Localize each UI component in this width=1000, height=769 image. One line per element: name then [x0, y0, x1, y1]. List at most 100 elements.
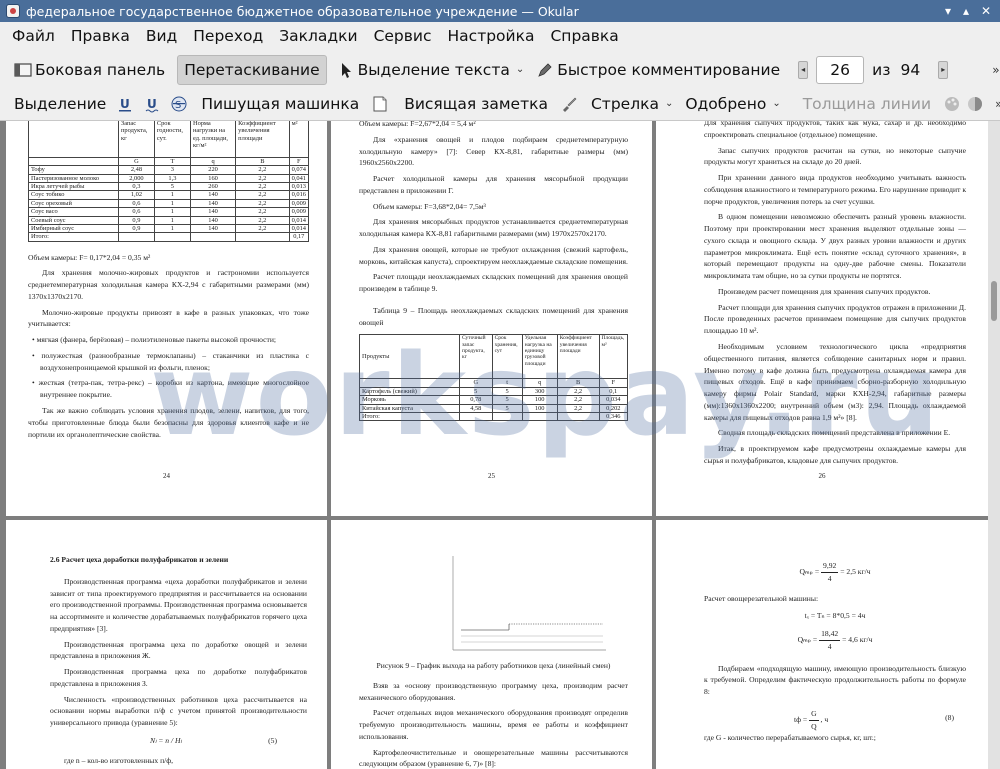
table-cell: Тофу	[28, 165, 119, 175]
table-cell: 300	[521, 386, 558, 397]
table-cell: q	[189, 156, 237, 167]
page-25: Объем камеры: F=2,67*2,04 = 5,4 м² Для «…	[331, 121, 652, 516]
close-icon[interactable]: ✕	[978, 3, 994, 19]
page-number-input[interactable]: 26	[816, 55, 865, 84]
sticky-note-tool-button[interactable]: Висящая заметка	[400, 89, 552, 119]
bullet-text: полужесткая (разнообразные термоклапаны)…	[40, 350, 309, 372]
paragraph: Итак, в проектируемом кафе предусмотрены…	[704, 444, 966, 465]
table-header-cell: Площадь, м²	[598, 334, 629, 380]
table-cell: 2,2	[235, 190, 290, 200]
page-number: 26	[818, 472, 826, 481]
table-cell: 2,2	[235, 173, 290, 184]
arrow-tool-button[interactable]: Стрелка ⌄	[587, 89, 677, 119]
table-header-cell: Срок хранения, сут	[491, 334, 523, 380]
paragraph: Расчет отдельных видов механического обо…	[359, 708, 628, 741]
squiggle-icon[interactable]: U	[143, 95, 161, 113]
table-cell: 1	[153, 207, 191, 217]
paragraph: Объем камеры: F=2,67*2,04 = 5,4 м²	[359, 121, 476, 128]
table-cell: B	[556, 378, 600, 388]
equation-number: (5)	[268, 735, 277, 745]
pen-icon	[536, 61, 554, 79]
bullet-text: мягкая (фанера, берёзовая) – полиэтилено…	[36, 335, 277, 345]
highlight-tool-button[interactable]: Выделение	[10, 89, 110, 119]
table-header-cell: Срок годности, сут.	[153, 121, 191, 158]
page-26: Для хранения сыпучих продуктов, таких ка…	[656, 121, 988, 516]
strikeout-icon[interactable]: S	[170, 95, 188, 113]
paragraph: Производственная программа цеха по дораб…	[50, 639, 307, 661]
table-cell: 0,041	[288, 173, 310, 184]
stamp-label: Одобрено	[685, 94, 767, 113]
formula-lhs: tф =	[794, 714, 808, 724]
opacity-icon[interactable]	[966, 95, 984, 113]
text-selection-button[interactable]: Выделение текста ⌄	[333, 55, 529, 85]
table-cell: 0,014	[288, 215, 310, 225]
table-cell	[459, 411, 493, 422]
table-cell: 0,9	[118, 215, 155, 225]
browse-tool-button[interactable]: Перетаскивание	[177, 54, 327, 85]
table-cell: G	[118, 156, 155, 167]
table-row: Соус тобико 1,02 1 140 2,2 0,016	[28, 190, 310, 200]
underline-icon[interactable]: U	[116, 95, 134, 113]
menu-bookmarks[interactable]: Закладки	[271, 22, 365, 51]
chevron-down-icon[interactable]: ⌄	[665, 98, 673, 109]
table-row: Соус васо 0,6 1 140 2,2 0,009	[28, 207, 310, 217]
menu-file[interactable]: Файл	[4, 22, 63, 51]
table-cell: 0,013	[288, 182, 310, 192]
okular-app-icon	[6, 4, 20, 18]
paragraph: Для хранения мясорыбных продуктов устана…	[359, 217, 628, 239]
note-icon[interactable]	[371, 95, 389, 113]
page-27: 2.6 Расчет цеха доработки полуфабрикатов…	[6, 520, 327, 769]
area-line: Объем камеры: F= 0,17*2,04 = 0,35 м²	[28, 252, 151, 262]
table-cell: 4,58	[459, 403, 493, 413]
fraction: 9,92 4	[821, 560, 839, 585]
table-cell: 2,2	[235, 198, 290, 209]
table-cell: t	[491, 378, 523, 388]
table-row: Пастеризованное молоко 2,000 1,3 160 2,2 0,04…	[28, 173, 310, 184]
table-cell: 140	[189, 207, 237, 217]
table-cell: 1,02	[118, 190, 155, 200]
table-cell: 100	[521, 395, 558, 405]
equation-row: tф = GQ , ч (8)	[704, 702, 966, 731]
bullet-item: • полужесткая (разнообразные термоклапан…	[32, 350, 309, 372]
scrollbar-thumb[interactable]	[991, 281, 997, 321]
highlight-label: Выделение	[14, 94, 107, 113]
table-cell: 2,2	[556, 395, 600, 405]
table-cell: 0,014	[288, 223, 310, 234]
bullet-item: • жесткая (тетра-пак, тетра-рекс) – коро…	[32, 378, 309, 400]
sidebar-toggle-button[interactable]: Боковая панель	[10, 55, 169, 85]
overflow-menu-icon[interactable]: »	[995, 97, 1000, 111]
stamp-tool-button[interactable]: Одобрено ⌄	[681, 89, 784, 119]
paragraph: где n – кол-во изготовленных п/ф,	[64, 755, 174, 765]
page-next-icon[interactable]: ▸	[938, 60, 949, 79]
menu-help[interactable]: Справка	[542, 22, 626, 51]
table-cell: F	[288, 156, 310, 167]
page-prev-icon[interactable]: ◂	[798, 60, 809, 79]
table-row: Соевый соус 0,9 1 140 2,2 0,014	[28, 215, 310, 225]
maximize-icon[interactable]: ▴	[958, 3, 974, 19]
menu-go[interactable]: Переход	[185, 22, 271, 51]
table-cell: Соус васо	[28, 207, 119, 217]
menu-settings[interactable]: Настройка	[440, 22, 543, 51]
fraction: 18,42 4	[819, 628, 841, 653]
table-cell	[521, 411, 558, 422]
line-width-button[interactable]: Толщина линии	[799, 89, 935, 119]
table-row: Морковь 0,78 5 100 2,2 0,034	[359, 395, 629, 405]
overflow-menu-icon[interactable]: »	[992, 63, 999, 77]
typewriter-tool-button[interactable]: Пишущая машинка	[197, 89, 363, 119]
table-row: Соус ореховый 0,6 1 140 2,2 0,009	[28, 198, 310, 209]
menu-tools[interactable]: Сервис	[366, 22, 440, 51]
menu-view[interactable]: Вид	[138, 22, 185, 51]
chevron-down-icon[interactable]: ⌄	[772, 98, 780, 109]
brush-icon[interactable]	[560, 95, 578, 113]
denominator: 4	[827, 641, 832, 651]
color-icon[interactable]	[943, 95, 961, 113]
minimize-icon[interactable]: ▾	[940, 3, 956, 19]
chevron-down-icon[interactable]: ⌄	[516, 64, 524, 75]
table-cell: Икра летучей рыбы	[28, 182, 119, 192]
menu-edit[interactable]: Правка	[63, 22, 138, 51]
paragraph: Необходимым условием технологического ци…	[704, 342, 966, 422]
table-cell: 160	[189, 173, 237, 184]
quick-annotations-button[interactable]: Быстрое комментирование	[532, 55, 784, 85]
vertical-scrollbar[interactable]	[988, 121, 1000, 769]
document-viewport[interactable]: Запас продукта, кг Срок годности, сут. Н…	[0, 121, 988, 769]
